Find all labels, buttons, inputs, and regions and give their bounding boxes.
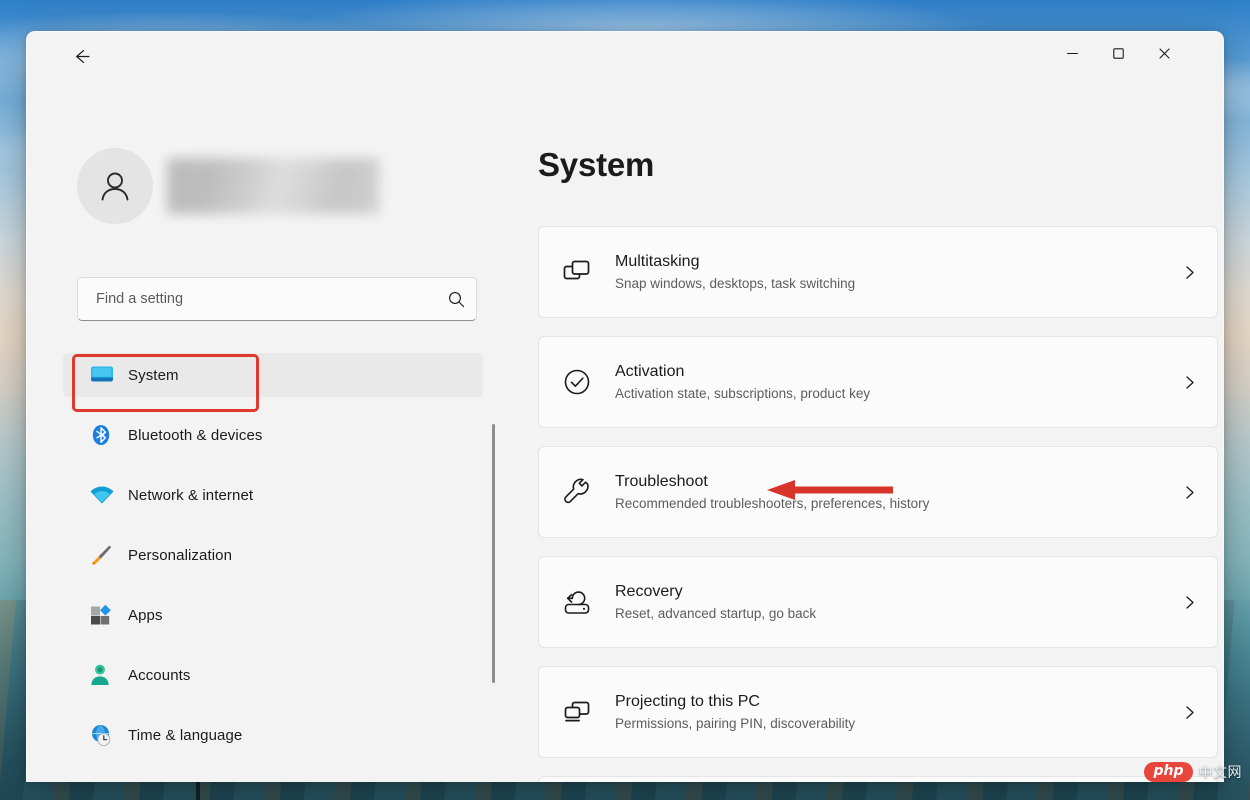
check-circle-icon	[539, 367, 615, 397]
card-subtitle: Snap windows, desktops, task switching	[615, 275, 856, 291]
chevron-right-icon	[1161, 595, 1217, 610]
minimize-icon	[1066, 52, 1078, 54]
card-text: Multitasking Snap windows, desktops, tas…	[615, 251, 1161, 294]
settings-window: Settings	[26, 31, 1224, 782]
sidebar-item-bluetooth-devices[interactable]: Bluetooth & devices	[63, 413, 483, 457]
sidebar-item-label: Apps	[128, 606, 163, 624]
sidebar-item-label: Network & internet	[128, 486, 254, 504]
sidebar-item-label: Accounts	[128, 666, 191, 684]
multitasking-icon	[539, 257, 615, 287]
maximize-button[interactable]	[1095, 32, 1141, 74]
settings-card-partial-next[interactable]	[538, 776, 1218, 782]
paintbrush-icon	[89, 541, 119, 569]
watermark: php 中文网	[1144, 762, 1242, 782]
sidebar-item-network-internet[interactable]: Network & internet	[63, 473, 483, 517]
settings-card-multitasking[interactable]: Multitasking Snap windows, desktops, tas…	[538, 226, 1218, 318]
project-screen-icon	[539, 697, 615, 727]
settings-card-activation[interactable]: Activation Activation state, subscriptio…	[538, 336, 1218, 428]
sidebar-item-label: Time & language	[128, 726, 243, 744]
page-title: System	[538, 146, 655, 183]
card-title: Activation	[615, 362, 685, 380]
sidebar-item-label: Personalization	[128, 546, 233, 564]
close-icon	[1158, 47, 1170, 59]
watermark-badge: php	[1144, 762, 1193, 782]
card-title: Multitasking	[615, 252, 700, 270]
maximize-icon	[1112, 47, 1124, 59]
sidebar-scrollbar[interactable]	[492, 424, 495, 683]
card-subtitle: Activation state, subscriptions, product…	[615, 385, 871, 401]
display-icon	[89, 361, 119, 389]
settings-card-list: Multitasking Snap windows, desktops, tas…	[538, 226, 1218, 782]
magnifier-glyph	[448, 291, 464, 307]
account-icon	[89, 661, 119, 689]
card-title: Recovery	[615, 582, 683, 600]
sidebar-item-label: Bluetooth & devices	[128, 426, 263, 444]
person-icon	[101, 172, 129, 201]
main-content: System Multitasking Snap windows, deskto…	[501, 80, 1223, 782]
account-name-redacted	[167, 158, 379, 214]
sidebar-item-personalization[interactable]: Personalization	[63, 533, 483, 577]
bluetooth-icon	[89, 421, 119, 449]
settings-card-projecting-to-this-pc[interactable]: Projecting to this PC Permissions, pairi…	[538, 666, 1218, 758]
sidebar-item-label: System	[128, 366, 179, 384]
sidebar-item-apps[interactable]: Apps	[63, 593, 483, 637]
apps-icon	[89, 601, 119, 629]
chevron-right-icon	[1161, 705, 1217, 720]
desktop-wallpaper: Settings	[0, 0, 1250, 800]
wrench-icon	[539, 477, 615, 507]
watermark-text: 中文网	[1198, 764, 1242, 780]
search-icon[interactable]	[436, 290, 476, 309]
card-text: Recovery Reset, advanced startup, go bac…	[615, 581, 1161, 624]
back-button[interactable]	[63, 38, 99, 74]
clock-globe-icon	[89, 721, 119, 749]
title-bar: Settings	[27, 32, 1223, 101]
chevron-right-icon	[1161, 485, 1217, 500]
search-input[interactable]	[78, 291, 436, 307]
minimize-button[interactable]	[1049, 32, 1095, 74]
card-text: Activation Activation state, subscriptio…	[615, 361, 1161, 404]
arrow-left-icon	[75, 49, 90, 63]
search-box[interactable]	[77, 277, 477, 321]
chevron-right-icon	[1161, 375, 1217, 390]
sidebar-nav: System Bluetooth & devices Network & int…	[63, 353, 483, 773]
card-title: Troubleshoot	[615, 472, 708, 490]
sidebar-item-time-language[interactable]: Time & language	[63, 713, 483, 757]
card-text: Troubleshoot Recommended troubleshooters…	[615, 471, 1161, 514]
user-profile[interactable]	[77, 148, 379, 224]
sidebar-item-accounts[interactable]: Accounts	[63, 653, 483, 697]
sidebar-item-system[interactable]: System	[63, 353, 483, 397]
settings-card-troubleshoot[interactable]: Troubleshoot Recommended troubleshooters…	[538, 446, 1218, 538]
card-title: Projecting to this PC	[615, 692, 760, 710]
recovery-drive-icon	[539, 587, 615, 617]
wifi-icon	[89, 481, 119, 509]
card-subtitle: Reset, advanced startup, go back	[615, 605, 817, 621]
card-subtitle: Recommended troubleshooters, preferences…	[615, 495, 930, 511]
card-text: Projecting to this PC Permissions, pairi…	[615, 691, 1161, 734]
close-button[interactable]	[1141, 32, 1187, 74]
chevron-right-icon	[1161, 265, 1217, 280]
avatar[interactable]	[77, 148, 153, 224]
sidebar: System Bluetooth & devices	[27, 80, 501, 782]
settings-card-recovery[interactable]: Recovery Reset, advanced startup, go bac…	[538, 556, 1218, 648]
card-subtitle: Permissions, pairing PIN, discoverabilit…	[615, 715, 856, 731]
